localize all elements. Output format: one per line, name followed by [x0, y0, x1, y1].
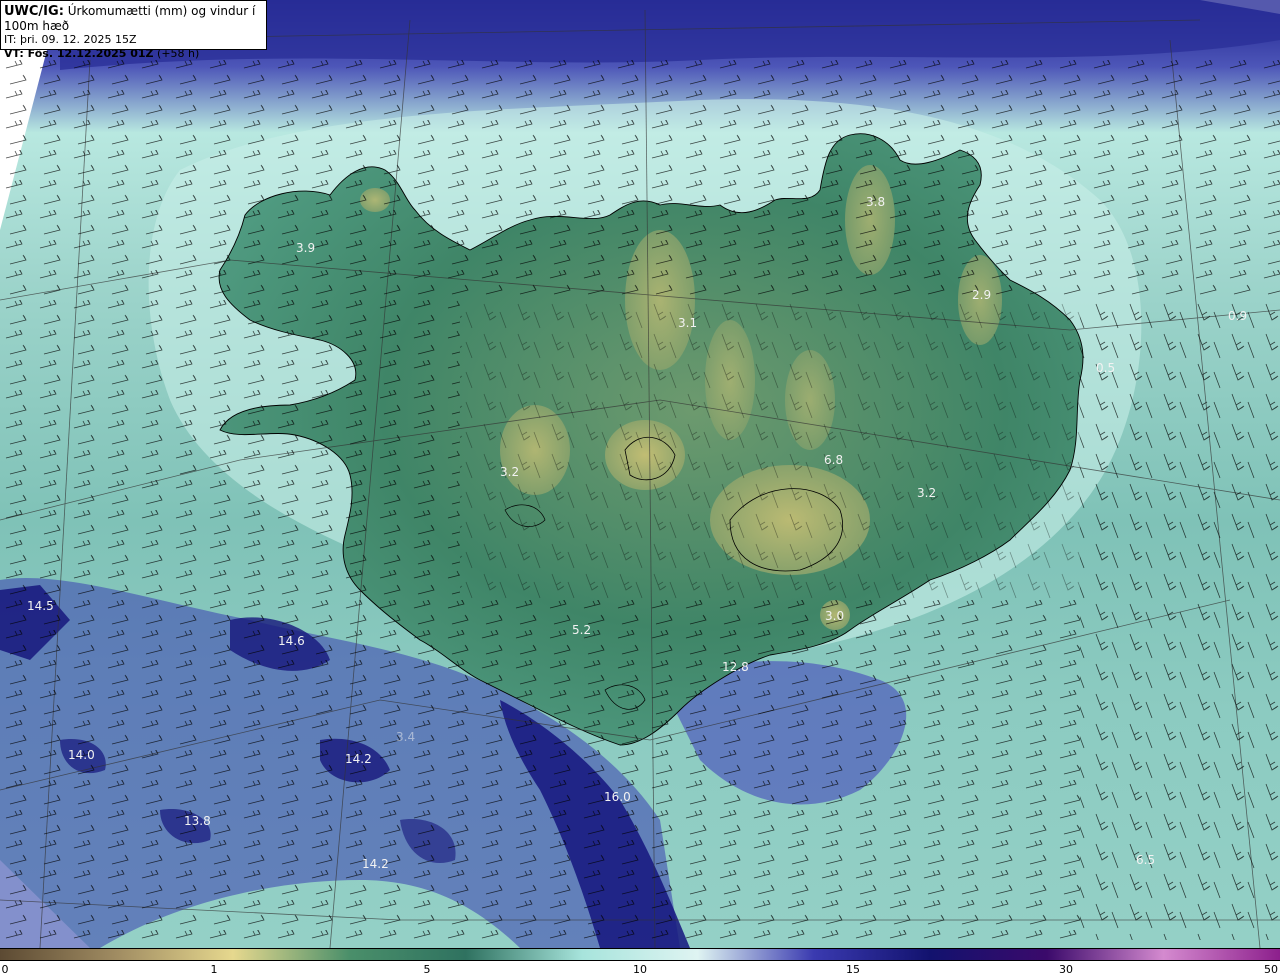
legend-tick-label: 1 — [210, 963, 218, 976]
value-label: 3.8 — [866, 195, 885, 209]
value-label: 3.4 — [396, 730, 415, 744]
value-label: 3.9 — [296, 241, 315, 255]
wind-barbs-west — [0, 300, 460, 600]
value-label: 14.5 — [27, 599, 54, 613]
value-label: 3.2 — [500, 465, 519, 479]
value-label: 3.0 — [825, 609, 844, 623]
value-label: 3.1 — [678, 316, 697, 330]
precipitation-map: 3.9 3.8 2.9 3.1 0.9 0.5 6.8 3.2 3.2 3.0 … — [0, 0, 1280, 948]
value-label: 14.6 — [278, 634, 305, 648]
legend-tick-label: 5 — [423, 963, 431, 976]
value-label: 2.9 — [972, 288, 991, 302]
info-title-line: UWC/IG: Úrkomumætti (mm) og vindur í 100… — [4, 4, 263, 33]
value-label: 3.2 — [917, 486, 936, 500]
value-label: 0.5 — [1096, 361, 1115, 375]
legend-tick-label: 50 — [1264, 963, 1278, 976]
value-label: 14.2 — [362, 857, 389, 871]
legend-tick-label: 15 — [846, 963, 860, 976]
value-label: 13.8 — [184, 814, 211, 828]
value-label: 6.5 — [1136, 853, 1155, 867]
valid-time-line: VT: Fös. 12.12.2025 01Z (+58 h) — [4, 47, 263, 61]
legend-tick-label: 0 — [1, 963, 9, 976]
lead-time: (+58 h) — [157, 47, 200, 60]
wind-barbs-land — [460, 300, 1080, 600]
wind-barbs-north — [0, 60, 1280, 300]
value-label: 12.8 — [722, 660, 749, 674]
value-label: 0.9 — [1228, 309, 1247, 323]
init-time: IT: þri. 09. 12. 2025 15Z — [4, 33, 137, 46]
forecast-map-page: 3.9 3.8 2.9 3.1 0.9 0.5 6.8 3.2 3.2 3.0 … — [0, 0, 1280, 978]
legend-colorbar — [0, 948, 1280, 961]
forecast-info-box: UWC/IG: Úrkomumætti (mm) og vindur í 100… — [0, 0, 267, 60]
value-label: 14.2 — [345, 752, 372, 766]
legend-tick-label: 10 — [633, 963, 647, 976]
color-legend: 0 1 5 10 15 30 50 — [0, 948, 1280, 978]
value-label: 14.0 — [68, 748, 95, 762]
valid-time: VT: Fös. 12.12.2025 01Z — [4, 47, 154, 60]
map-panel: 3.9 3.8 2.9 3.1 0.9 0.5 6.8 3.2 3.2 3.0 … — [0, 0, 1280, 948]
model-label: UWC/IG: — [4, 4, 64, 19]
value-label: 6.8 — [824, 453, 843, 467]
value-label: 16.0 — [604, 790, 631, 804]
legend-ticks: 0 1 5 10 15 30 50 — [0, 961, 1280, 978]
legend-tick-label: 30 — [1059, 963, 1073, 976]
wind-barbs-east — [1080, 300, 1280, 940]
value-label: 5.2 — [572, 623, 591, 637]
wind-barbs-south — [0, 600, 1080, 940]
